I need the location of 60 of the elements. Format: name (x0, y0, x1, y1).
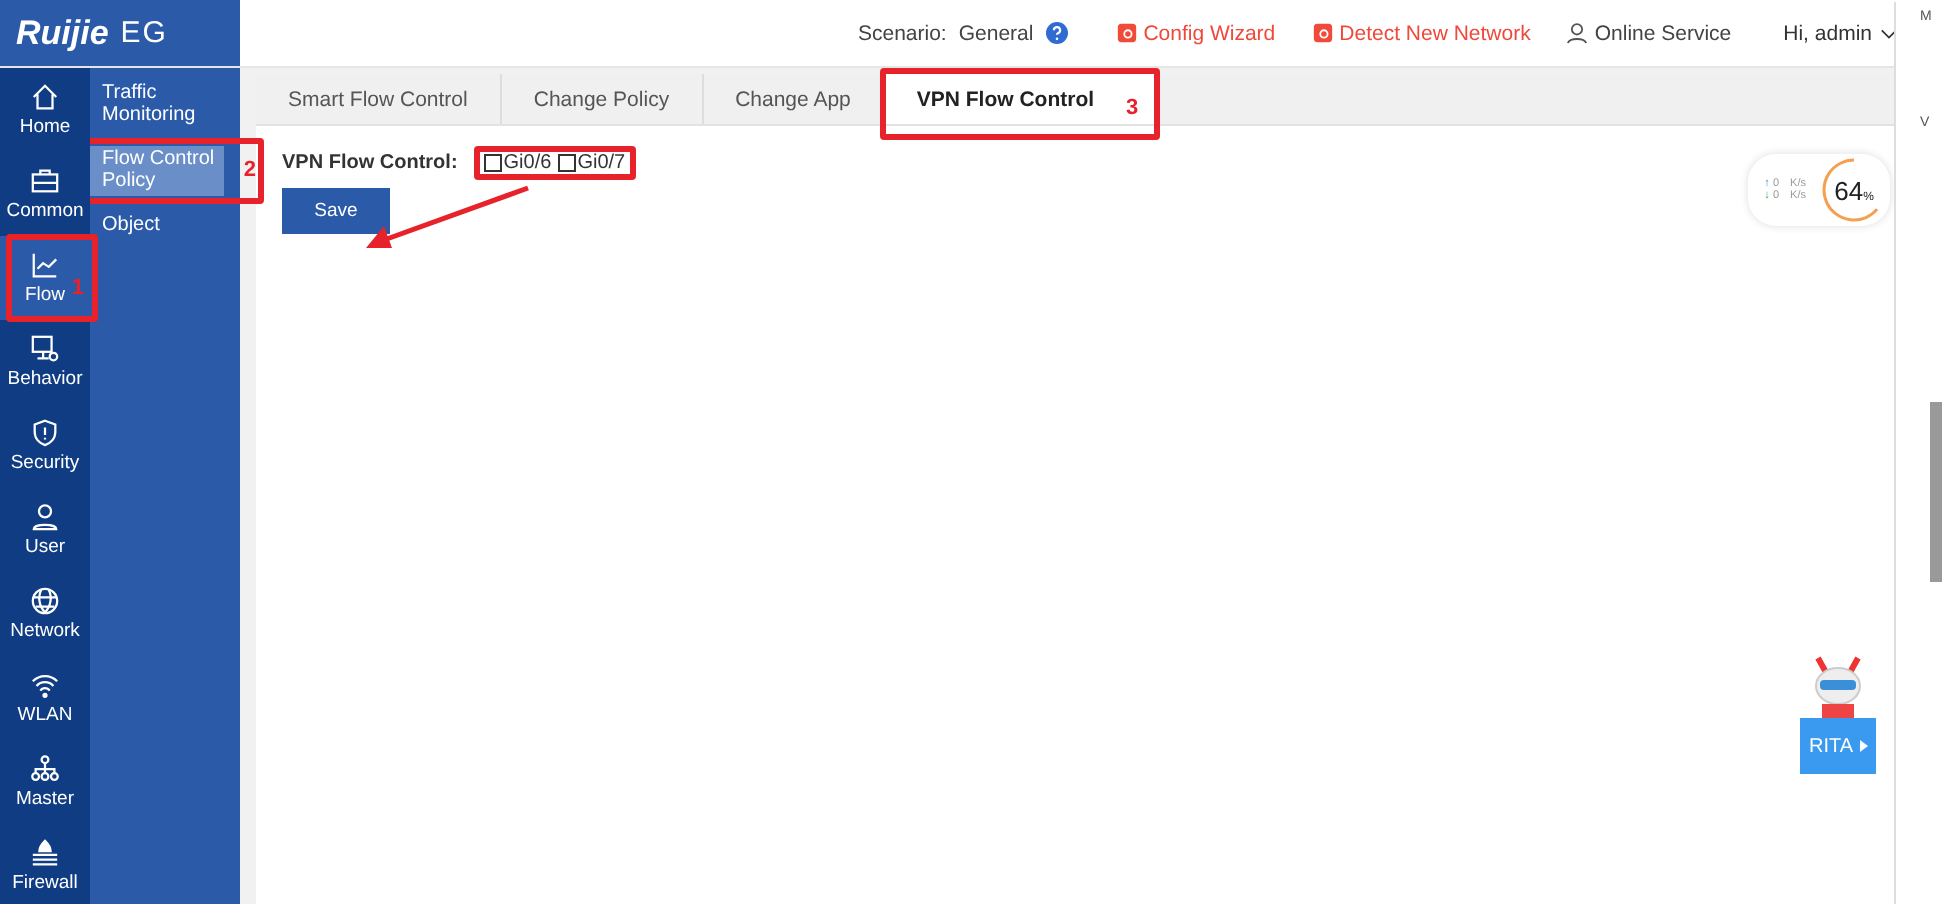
sidebar-item[interactable]: Firewall (0, 824, 90, 904)
detect-icon (1311, 22, 1334, 44)
shield-icon (30, 418, 60, 448)
scrollbar-thumb[interactable] (1930, 402, 1942, 582)
sidebar-item-label: WLAN (17, 704, 73, 726)
checkbox[interactable] (483, 154, 502, 172)
header-link[interactable]: Config Wizard (1115, 21, 1276, 45)
sidebar-item-label: Flow (24, 284, 66, 306)
monitor-icon (30, 334, 60, 364)
annotation-number: 2 (243, 158, 256, 182)
sidebar-item-label: Common (6, 200, 84, 222)
wifi-icon (30, 670, 60, 700)
header-link[interactable]: Online Service (1566, 21, 1732, 45)
annotation-box (6, 234, 98, 322)
checkbox[interactable] (557, 154, 576, 172)
annotation-number: 1 (71, 276, 84, 300)
sidebar-item-label: Security (10, 452, 80, 474)
help-icon[interactable] (1045, 22, 1068, 44)
person-icon (1566, 22, 1589, 44)
interface-checkbox[interactable]: Gi0/7 (557, 152, 626, 174)
sidebar-item-label: User (24, 536, 66, 558)
submenu-item[interactable]: Object (90, 212, 224, 241)
header-link[interactable]: Detect New Network (1311, 21, 1531, 45)
wizard-icon (1115, 22, 1138, 44)
usage-gauge-arc (1822, 158, 1879, 222)
sidebar-item[interactable]: Common (0, 152, 90, 236)
sidebar-item[interactable]: WLAN (0, 656, 90, 740)
field-label: VPN Flow Control: (282, 152, 458, 174)
sidebar-item[interactable]: Behavior (0, 320, 90, 404)
sidebar-item[interactable]: Home (0, 68, 90, 152)
checkbox-label: Gi0/6 (503, 152, 552, 174)
sidebar-item[interactable]: User (0, 488, 90, 572)
sidebar-item-label: Home (19, 116, 71, 138)
save-button[interactable]: Save (282, 188, 390, 234)
caret-icon (1859, 740, 1868, 752)
sidebar-item-label: Master (15, 788, 75, 810)
globe-icon (30, 586, 60, 616)
user-icon (30, 502, 60, 532)
toolbox-icon (30, 166, 60, 196)
firewall-icon (30, 838, 60, 868)
annotation-number: 3 (1125, 96, 1139, 120)
tab[interactable]: Change App (703, 74, 885, 124)
home-icon (30, 82, 60, 112)
product-name: EG (120, 16, 168, 50)
sidebar-item[interactable]: Security (0, 404, 90, 488)
submenu-item[interactable]: Traffic Monitoring (90, 80, 224, 130)
tree-icon (30, 754, 60, 784)
tab[interactable]: Change Policy (501, 74, 704, 124)
sidebar-item-label: Behavior (7, 368, 83, 390)
brand-logo: Ruijie (16, 13, 109, 53)
chart-icon (30, 250, 60, 280)
checkbox-label: Gi0/7 (577, 152, 626, 174)
scenario-label: Scenario: (857, 21, 947, 45)
tab[interactable]: Smart Flow Control (256, 74, 502, 124)
sidebar-item[interactable]: Master (0, 740, 90, 824)
sidebar-item-label: Network (10, 620, 80, 642)
sidebar-item[interactable]: Network (0, 572, 90, 656)
sidebar-item-label: Firewall (12, 872, 78, 894)
interface-checkbox[interactable]: Gi0/6 (483, 152, 552, 174)
scenario-value: General (958, 21, 1034, 45)
